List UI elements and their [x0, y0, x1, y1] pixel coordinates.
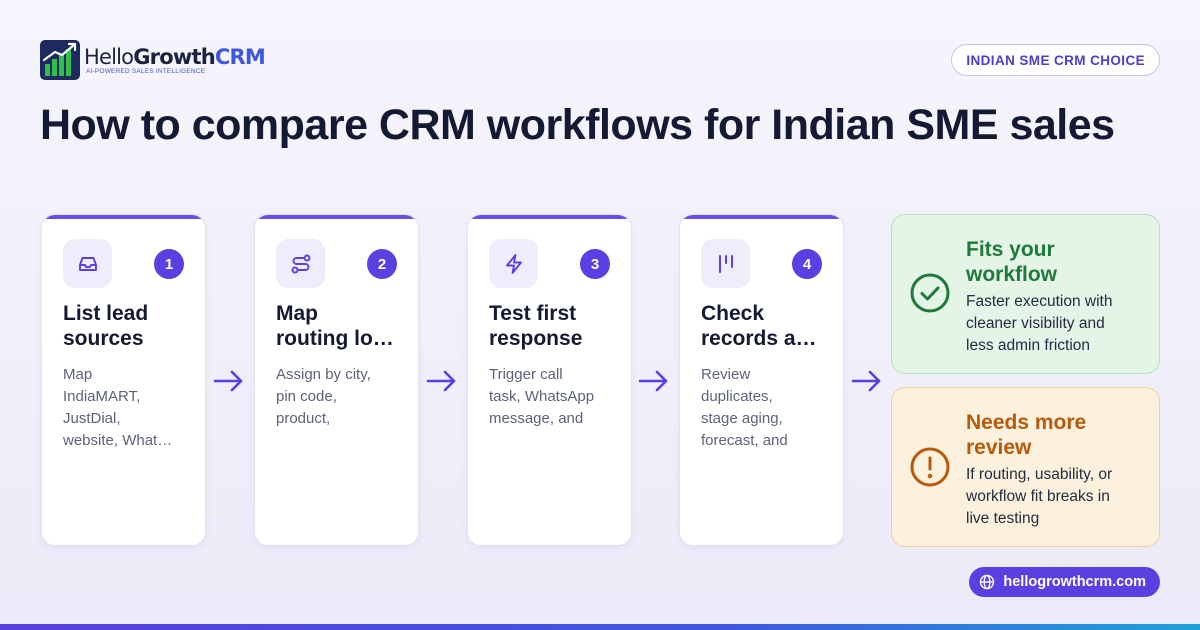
brand-name-growth: Growth	[133, 45, 215, 69]
brand-tagline: AI-POWERED SALES INTELLIGENCE	[86, 68, 206, 75]
page-title: How to compare CRM workflows for Indian …	[40, 101, 1115, 149]
step-desc-line: duplicates,	[701, 388, 773, 405]
step-icon-box	[276, 239, 325, 288]
step-number: 2	[367, 249, 397, 279]
step-card-1: 1 List lead sources Map IndiaMART, JustD…	[41, 214, 206, 546]
step-desc-line: website, What…	[63, 432, 173, 449]
brand-name-crm: CRM	[214, 45, 266, 69]
lightning-icon	[505, 253, 522, 274]
step-title-line: Map	[276, 302, 318, 325]
category-badge: INDIAN SME CRM CHOICE	[951, 44, 1160, 76]
arrow-right-icon	[213, 370, 243, 392]
step-description: Review duplicates, stage aging, forecast…	[701, 364, 831, 452]
step-card-4: 4 Check records a… Review duplicates, st…	[679, 214, 844, 546]
step-desc-line: IndiaMART,	[63, 388, 141, 405]
globe-icon	[980, 574, 995, 590]
step-title-line: Test first	[489, 302, 577, 325]
outcome-desc-line: Faster execution with	[966, 293, 1113, 310]
arrow-right-icon	[426, 370, 456, 392]
step-title-line: sources	[63, 327, 144, 350]
outcome-title-line: review	[966, 436, 1032, 459]
outcome-title-line: workflow	[966, 263, 1058, 286]
step-title: Test first response	[489, 301, 627, 351]
outcome-title: Fits your workflow	[966, 237, 1146, 287]
growth-chart-logo-icon	[40, 40, 80, 80]
inbox-icon	[78, 256, 97, 271]
outcome-review-card: Needs more review If routing, usability,…	[891, 387, 1160, 547]
kanban-icon	[718, 254, 733, 273]
step-description: Map IndiaMART, JustDial, website, What…	[63, 364, 193, 452]
step-description: Trigger call task, WhatsApp message, and	[489, 364, 619, 430]
card-accent-bar	[255, 215, 418, 219]
brand-logo: HelloGrowthCRM AI-POWERED SALES INTELLIG…	[40, 40, 266, 80]
step-desc-line: Review	[701, 366, 751, 383]
step-title: Map routing lo…	[276, 301, 414, 351]
brand-name: HelloGrowthCRM	[84, 45, 266, 69]
outcome-fits-card: Fits your workflow Faster execution with…	[891, 214, 1160, 374]
step-title-line: List lead	[63, 302, 149, 325]
outcome-description: If routing, usability, or workflow fit b…	[966, 464, 1152, 530]
card-accent-bar	[680, 215, 843, 219]
outcome-desc-line: cleaner visibility and	[966, 315, 1105, 332]
outcome-title-line: Fits your	[966, 238, 1055, 261]
step-desc-line: Trigger call	[489, 366, 563, 383]
card-accent-bar	[42, 215, 205, 219]
outcome-description: Faster execution with cleaner visibility…	[966, 291, 1152, 357]
route-icon	[291, 254, 310, 273]
website-url: hellogrowthcrm.com	[1003, 574, 1146, 590]
card-accent-bar	[468, 215, 631, 219]
step-number: 3	[580, 249, 610, 279]
step-desc-line: message, and	[489, 410, 584, 427]
step-title-line: records a…	[701, 327, 817, 350]
step-number: 1	[154, 249, 184, 279]
step-card-2: 2 Map routing lo… Assign by city, pin co…	[254, 214, 419, 546]
alert-circle-icon	[910, 447, 950, 487]
outcome-title-line: Needs more	[966, 411, 1087, 434]
step-desc-line: product,	[276, 410, 331, 427]
outcome-desc-line: If routing, usability, or	[966, 466, 1113, 483]
outcome-desc-line: less admin friction	[966, 337, 1091, 354]
arrow-right-icon	[638, 370, 668, 392]
step-title: List lead sources	[63, 301, 201, 351]
step-number: 4	[792, 249, 822, 279]
outcome-title: Needs more review	[966, 410, 1146, 460]
step-title: Check records a…	[701, 301, 839, 351]
website-link[interactable]: hellogrowthcrm.com	[969, 567, 1160, 597]
step-desc-line: Map	[63, 366, 93, 383]
step-title-line: response	[489, 327, 583, 350]
step-title-line: routing lo…	[276, 327, 394, 350]
step-icon-box	[701, 239, 750, 288]
bottom-gradient-bar	[0, 624, 1200, 630]
arrow-right-icon	[851, 370, 881, 392]
step-desc-line: stage aging,	[701, 410, 783, 427]
step-desc-line: task, WhatsApp	[489, 388, 595, 405]
outcome-desc-line: workflow fit breaks in	[966, 488, 1110, 505]
step-description: Assign by city, pin code, product,	[276, 364, 406, 430]
outcome-desc-line: live testing	[966, 510, 1040, 527]
step-icon-box	[63, 239, 112, 288]
brand-name-hello: Hello	[84, 45, 134, 69]
step-desc-line: JustDial,	[63, 410, 121, 427]
step-desc-line: Assign by city,	[276, 366, 371, 383]
step-card-3: 3 Test first response Trigger call task,…	[467, 214, 632, 546]
step-desc-line: forecast, and	[701, 432, 788, 449]
step-desc-line: pin code,	[276, 388, 337, 405]
check-circle-icon	[910, 273, 950, 313]
step-title-line: Check	[701, 302, 765, 325]
step-icon-box	[489, 239, 538, 288]
